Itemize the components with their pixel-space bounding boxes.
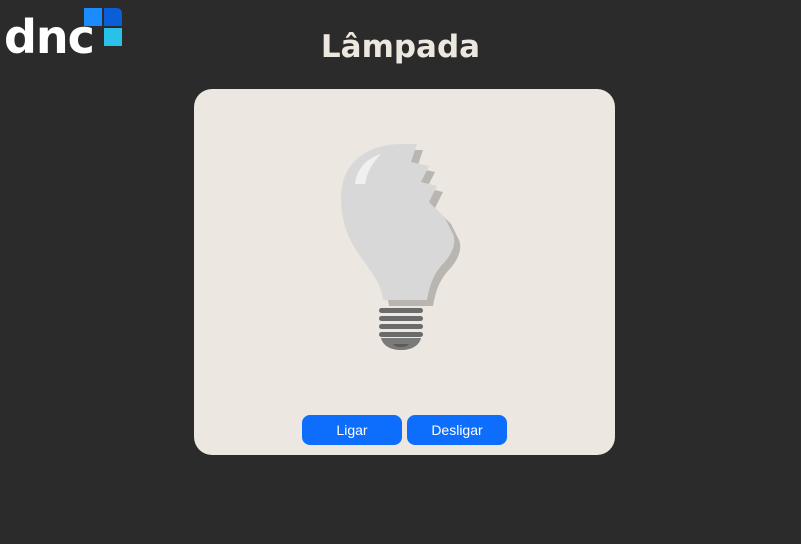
turn-on-button[interactable]: Ligar [302, 415, 402, 445]
turn-off-button[interactable]: Desligar [407, 415, 507, 445]
broken-lightbulb-icon [341, 144, 461, 350]
button-group: Ligar Desligar [302, 415, 507, 445]
lamp-card: Ligar Desligar [194, 89, 615, 455]
page-title: Lâmpada [320, 29, 481, 65]
